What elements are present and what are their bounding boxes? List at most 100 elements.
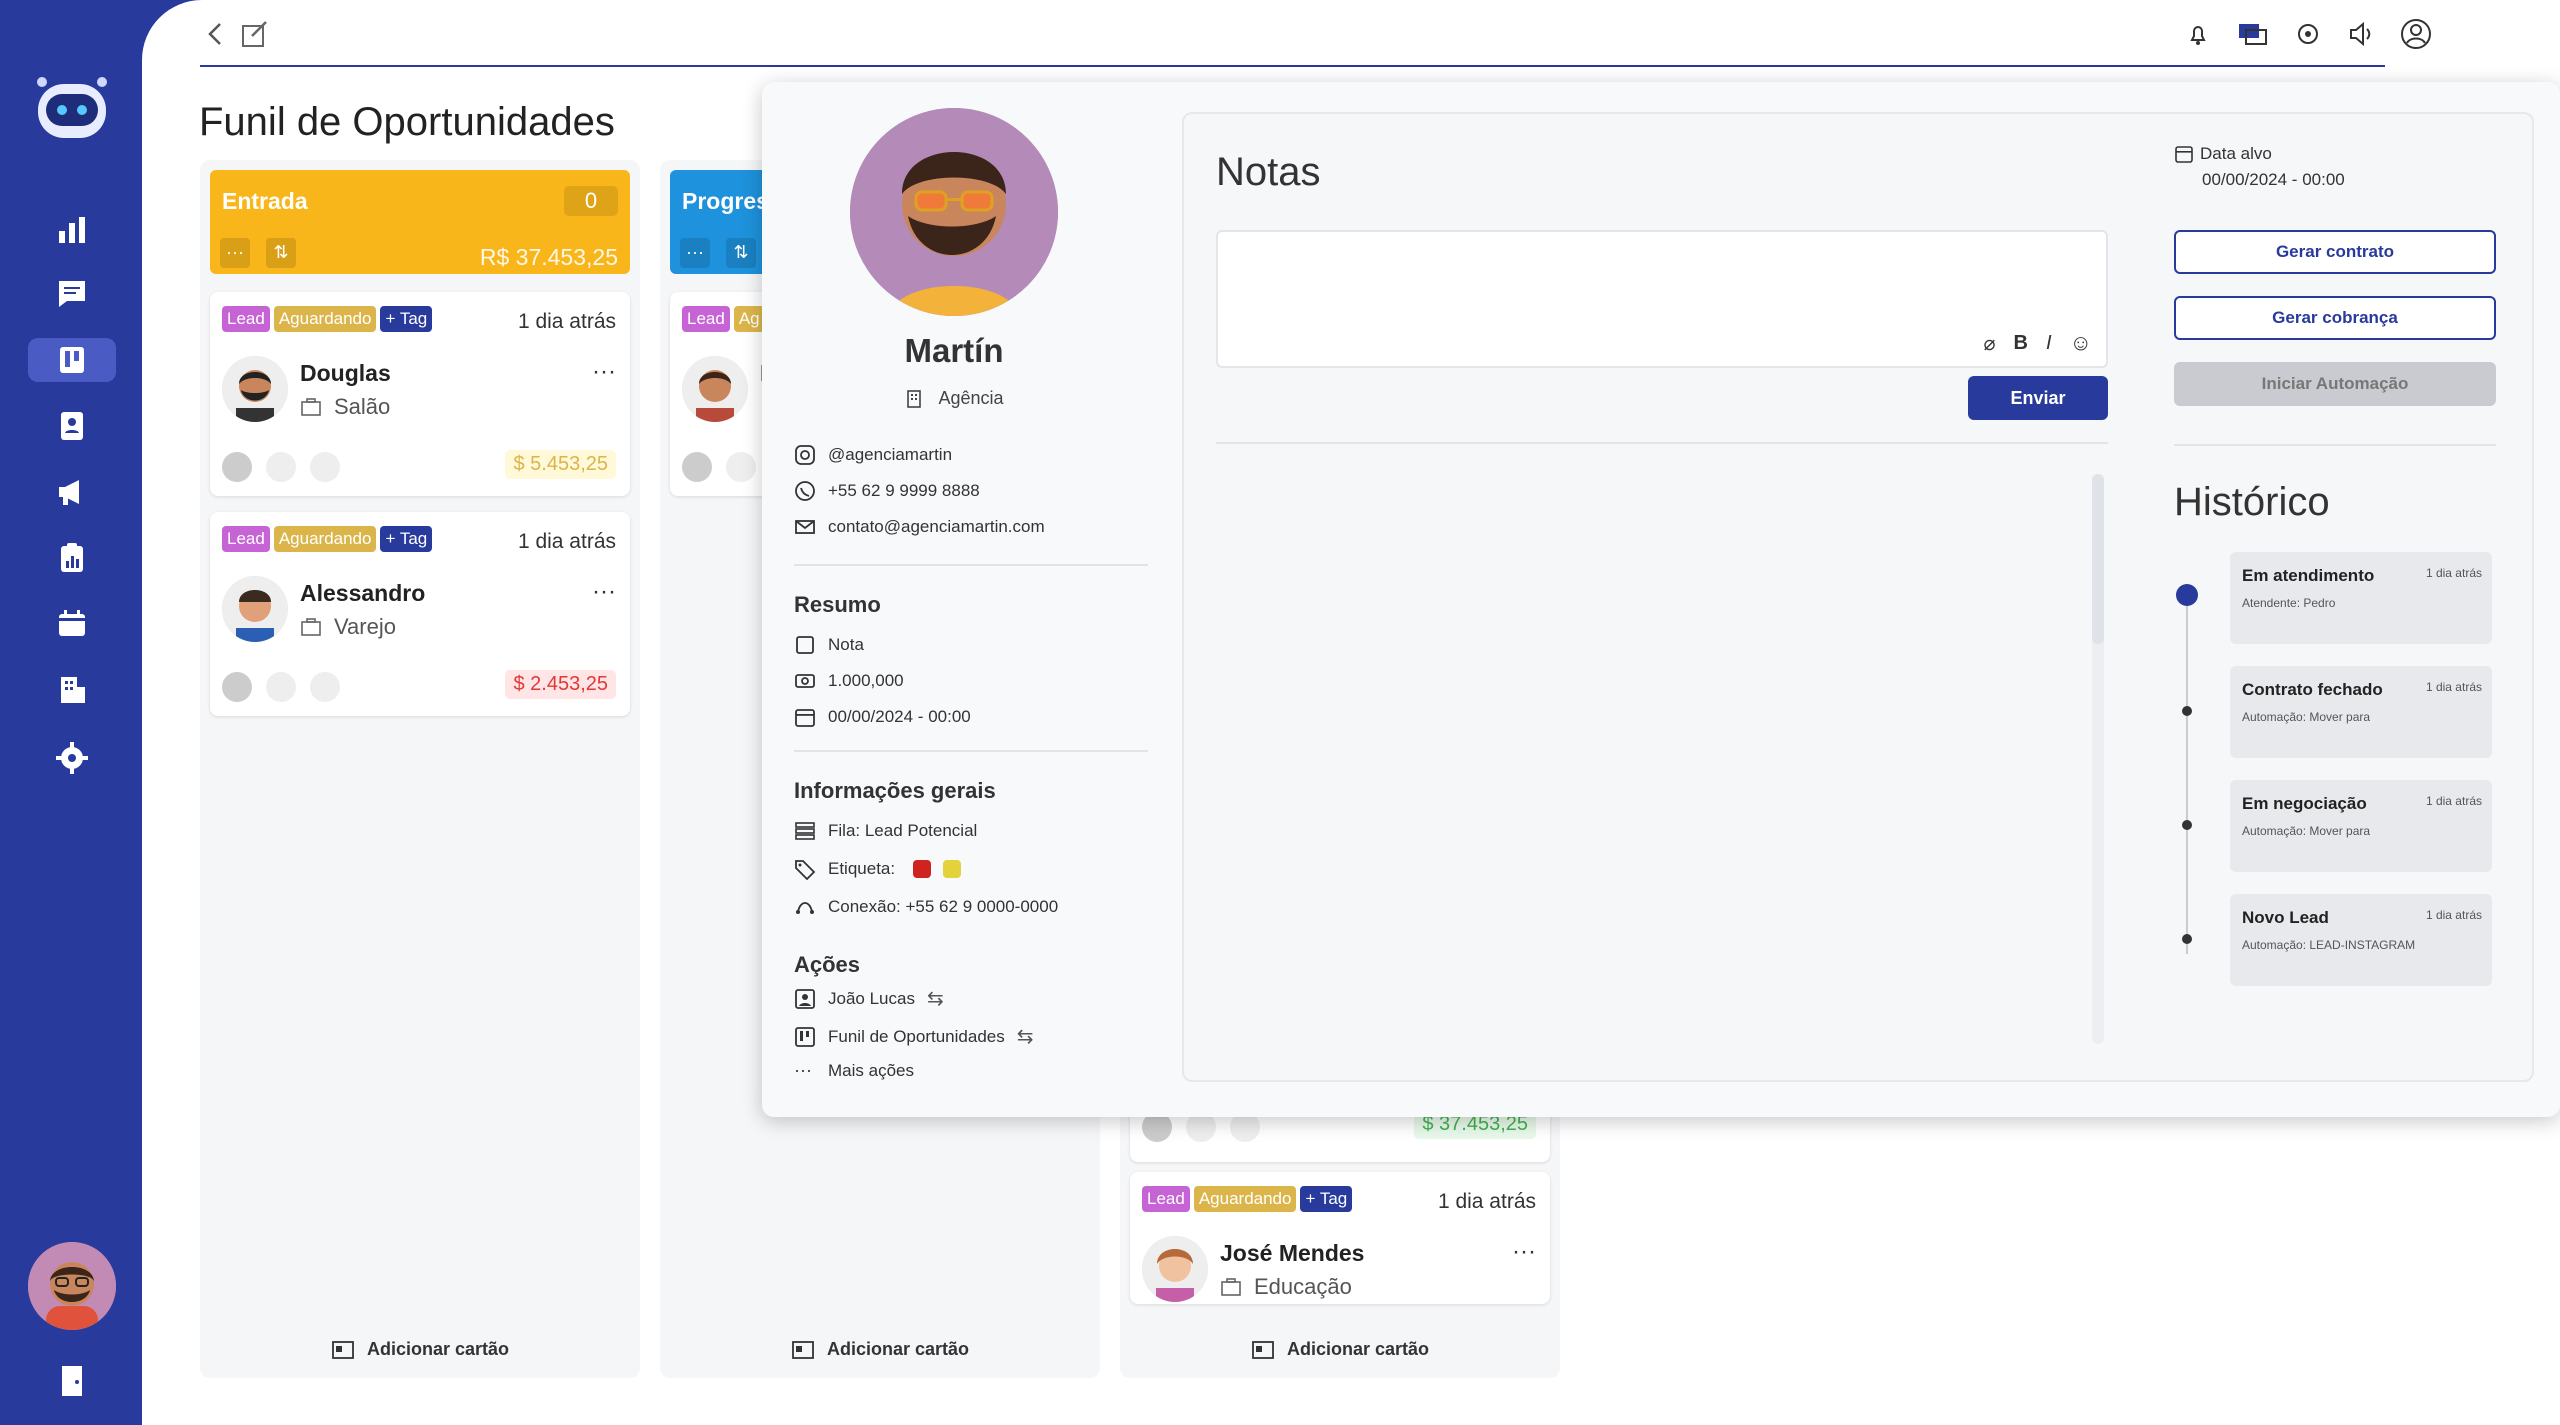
sidebar-item-settings[interactable] bbox=[28, 736, 116, 780]
chat-icon[interactable] bbox=[266, 672, 296, 702]
card-sector-label: Varejo bbox=[334, 614, 396, 639]
profile-icon[interactable] bbox=[2400, 18, 2432, 50]
tag-lead[interactable]: Lead bbox=[1142, 1186, 1190, 1212]
bot-logo-icon[interactable] bbox=[34, 72, 110, 142]
send-button[interactable]: Enviar bbox=[1968, 376, 2108, 420]
emoji-icon[interactable]: ☺ bbox=[2070, 330, 2092, 356]
acao-mais[interactable]: ··· Mais ações bbox=[794, 1060, 914, 1081]
tag-red-icon[interactable] bbox=[913, 860, 932, 878]
card-alessandro[interactable]: Lead Aguardando + Tag 1 dia atrás Alessa… bbox=[210, 512, 630, 716]
page-title: Funil de Oportunidades bbox=[199, 100, 615, 144]
tag-yellow-icon[interactable] bbox=[943, 860, 962, 878]
avatar bbox=[222, 576, 288, 642]
sidebar-item-campaigns[interactable] bbox=[28, 470, 116, 514]
instagram-icon bbox=[795, 445, 815, 465]
contact-phone[interactable]: +55 62 9 9999 8888 bbox=[794, 480, 980, 502]
bell-icon[interactable] bbox=[2182, 18, 2214, 50]
sidebar-item-chat[interactable] bbox=[28, 272, 116, 316]
tag-aguardando[interactable]: Ag bbox=[733, 306, 765, 332]
add-tag-button[interactable]: + Tag bbox=[380, 526, 433, 552]
add-card-button[interactable]: Adicionar cartão bbox=[660, 1339, 1100, 1360]
theme-gear-icon[interactable] bbox=[2292, 18, 2324, 50]
card-douglas[interactable]: Lead Aguardando + Tag 1 dia atrás Dougla… bbox=[210, 292, 630, 496]
attach-icon[interactable]: ⌀ bbox=[1983, 331, 1995, 356]
target-date-value[interactable]: 00/00/2024 - 00:00 bbox=[2202, 170, 2345, 190]
info-conexao-label: Conexão: +55 62 9 0000-0000 bbox=[828, 897, 1059, 916]
bold-button[interactable]: B bbox=[2014, 332, 2028, 355]
history-item[interactable]: Em atendimento 1 dia atrás Atendente: Pe… bbox=[2230, 552, 2492, 644]
card-name: José Mendes bbox=[1220, 1240, 1365, 1266]
briefcase-icon bbox=[1221, 1278, 1241, 1296]
swap-arrows-icon[interactable]: ⇆ bbox=[1017, 1024, 1034, 1049]
contact-instagram[interactable]: @agenciamartin bbox=[794, 444, 952, 466]
column-menu-button[interactable]: ··· bbox=[220, 238, 250, 268]
gerar-contrato-button[interactable]: Gerar contrato bbox=[2174, 230, 2496, 274]
sidebar-item-kanban[interactable] bbox=[28, 338, 116, 382]
volume-icon[interactable] bbox=[2346, 18, 2378, 50]
scrollbar-thumb[interactable] bbox=[2092, 474, 2104, 644]
tag-aguardando[interactable]: Aguardando bbox=[273, 526, 377, 552]
contact-avatar bbox=[850, 108, 1058, 316]
messages-icon[interactable] bbox=[2236, 18, 2268, 50]
chat-icon[interactable] bbox=[266, 452, 296, 482]
logout-door-icon[interactable] bbox=[52, 1360, 92, 1400]
contact-company: Agência bbox=[762, 388, 1146, 409]
column-menu-button[interactable]: ··· bbox=[680, 238, 710, 268]
sidebar-item-contacts[interactable] bbox=[28, 404, 116, 448]
tag-aguardando[interactable]: Aguardando bbox=[273, 306, 377, 332]
mail-icon bbox=[795, 520, 815, 534]
info-etiqueta-label: Etiqueta: bbox=[828, 859, 896, 878]
back-chevron-icon[interactable] bbox=[200, 18, 232, 50]
assignee-avatar[interactable] bbox=[682, 452, 712, 482]
sidebar-item-dashboard[interactable] bbox=[28, 208, 116, 252]
user-avatar[interactable] bbox=[28, 1242, 116, 1330]
sidebar-item-company[interactable] bbox=[28, 668, 116, 712]
tag-lead[interactable]: Lead bbox=[222, 306, 270, 332]
edit-icon[interactable] bbox=[238, 18, 270, 50]
chat-icon[interactable] bbox=[726, 452, 756, 482]
swap-arrows-icon[interactable]: ⇆ bbox=[927, 986, 944, 1011]
eye-icon[interactable] bbox=[310, 452, 340, 482]
gerar-cobranca-button[interactable]: Gerar cobrança bbox=[2174, 296, 2496, 340]
history-item[interactable]: Em negociação 1 dia atrás Automação: Mov… bbox=[2230, 780, 2492, 872]
history-desc: Automação: Mover para bbox=[2242, 824, 2371, 838]
iniciar-automacao-button[interactable]: Iniciar Automação bbox=[2174, 362, 2496, 406]
history-item[interactable]: Novo Lead 1 dia atrás Automação: LEAD-IN… bbox=[2230, 894, 2492, 986]
add-tag-button[interactable]: + Tag bbox=[380, 306, 433, 332]
add-card-button[interactable]: Adicionar cartão bbox=[200, 1339, 640, 1360]
notes-scrollbar[interactable] bbox=[2092, 474, 2104, 1044]
card-jose-mendes[interactable]: Lead Aguardando + Tag 1 dia atrás José M… bbox=[1130, 1172, 1550, 1304]
divider bbox=[794, 750, 1148, 752]
add-card-label: Adicionar cartão bbox=[366, 1339, 510, 1359]
sidebar-item-reports[interactable] bbox=[28, 536, 116, 580]
card-price: $ 5.453,25 bbox=[505, 450, 616, 479]
card-sector: Educação bbox=[1220, 1274, 1352, 1300]
tag-lead[interactable]: Lead bbox=[222, 526, 270, 552]
assignee-avatar[interactable] bbox=[222, 672, 252, 702]
avatar bbox=[682, 356, 748, 422]
column-total: R$ 37.453,25 bbox=[479, 244, 618, 270]
tag-aguardando[interactable]: Aguardando bbox=[1193, 1186, 1297, 1212]
add-card-label: Adicionar cartão bbox=[1286, 1339, 1430, 1359]
history-time: 1 dia atrás bbox=[2425, 680, 2482, 694]
contact-email[interactable]: contato@agenciamartin.com bbox=[794, 516, 1045, 538]
italic-button[interactable]: I bbox=[2046, 332, 2052, 355]
chat-icon bbox=[59, 281, 85, 307]
eye-icon[interactable] bbox=[310, 672, 340, 702]
tag-lead[interactable]: Lead bbox=[682, 306, 730, 332]
card-menu-button[interactable]: ··· bbox=[1512, 1238, 1536, 1266]
acao-responsavel[interactable]: João Lucas ⇆ bbox=[794, 986, 944, 1011]
card-tags: Lead Aguardando + Tag bbox=[1142, 1186, 1353, 1212]
sidebar-item-calendar[interactable] bbox=[28, 602, 116, 646]
history-desc: Automação: LEAD-INSTAGRAM bbox=[2242, 938, 2416, 952]
acao-funil[interactable]: Funil de Oportunidades ⇆ bbox=[794, 1024, 1034, 1049]
add-tag-button[interactable]: + Tag bbox=[1300, 1186, 1353, 1212]
sort-icon[interactable]: ⇅ bbox=[266, 238, 296, 268]
assignee-avatar[interactable] bbox=[222, 452, 252, 482]
add-card-button[interactable]: Adicionar cartão bbox=[1120, 1339, 1560, 1360]
card-menu-button[interactable]: ··· bbox=[592, 578, 616, 606]
notes-input[interactable]: ⌀ B I ☺ bbox=[1216, 230, 2108, 368]
history-item[interactable]: Contrato fechado 1 dia atrás Automação: … bbox=[2230, 666, 2492, 758]
card-menu-button[interactable]: ··· bbox=[592, 358, 616, 386]
sort-icon[interactable]: ⇅ bbox=[726, 238, 756, 268]
